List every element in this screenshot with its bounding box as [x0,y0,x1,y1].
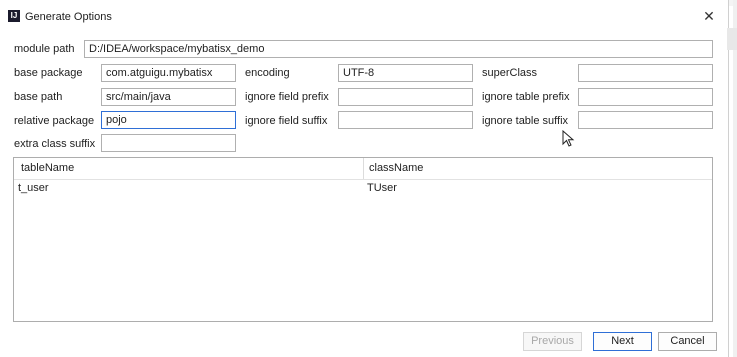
ignore-field-suffix-input[interactable] [338,111,473,129]
table-row[interactable]: t_user TUser [14,179,712,197]
previous-button[interactable]: Previous [523,332,582,351]
module-path-label: module path [14,43,75,55]
encoding-input[interactable]: UTF-8 [338,64,473,82]
super-class-input[interactable] [578,64,713,82]
tables-table[interactable]: tableName className t_user TUser [13,157,713,322]
base-path-input[interactable]: src/main/java [101,88,236,106]
table-header: tableName className [14,158,712,180]
ignore-table-suffix-input[interactable] [578,111,713,129]
dialog-title: Generate Options [25,11,112,23]
intellij-icon: IJ [8,10,20,22]
background-panel-edge [727,28,737,50]
close-icon[interactable]: ✕ [700,7,718,25]
column-header-class-name[interactable]: className [369,162,423,174]
column-header-table-name[interactable]: tableName [21,162,74,174]
background-edge [733,0,737,357]
relative-package-input[interactable]: pojo [101,111,236,129]
column-divider[interactable] [363,158,364,179]
extra-class-suffix-label: extra class suffix [14,138,96,150]
base-path-label: base path [14,91,63,103]
ignore-table-prefix-label: ignore table prefix [482,91,570,103]
ignore-field-suffix-label: ignore field suffix [245,115,328,127]
ignore-field-prefix-input[interactable] [338,88,473,106]
mouse-pointer-icon [562,130,575,147]
table-cell-table-name: t_user [18,182,49,194]
next-button[interactable]: Next [593,332,652,351]
generate-options-dialog: IJ Generate Options ✕ module path D:/IDE… [0,0,729,357]
extra-class-suffix-input[interactable] [101,134,236,152]
ignore-field-prefix-label: ignore field prefix [245,91,329,103]
ignore-table-prefix-input[interactable] [578,88,713,106]
base-package-label: base package [14,67,83,79]
base-package-input[interactable]: com.atguigu.mybatisx [101,64,236,82]
encoding-label: encoding [245,67,290,79]
ignore-table-suffix-label: ignore table suffix [482,115,569,127]
table-cell-class-name[interactable]: TUser [367,182,397,194]
module-path-input[interactable]: D:/IDEA/workspace/mybatisx_demo [84,40,713,58]
cancel-button[interactable]: Cancel [658,332,717,351]
dialog-titlebar[interactable]: IJ Generate Options ✕ [0,0,728,34]
relative-package-label: relative package [14,115,95,127]
super-class-label: superClass [482,67,538,79]
